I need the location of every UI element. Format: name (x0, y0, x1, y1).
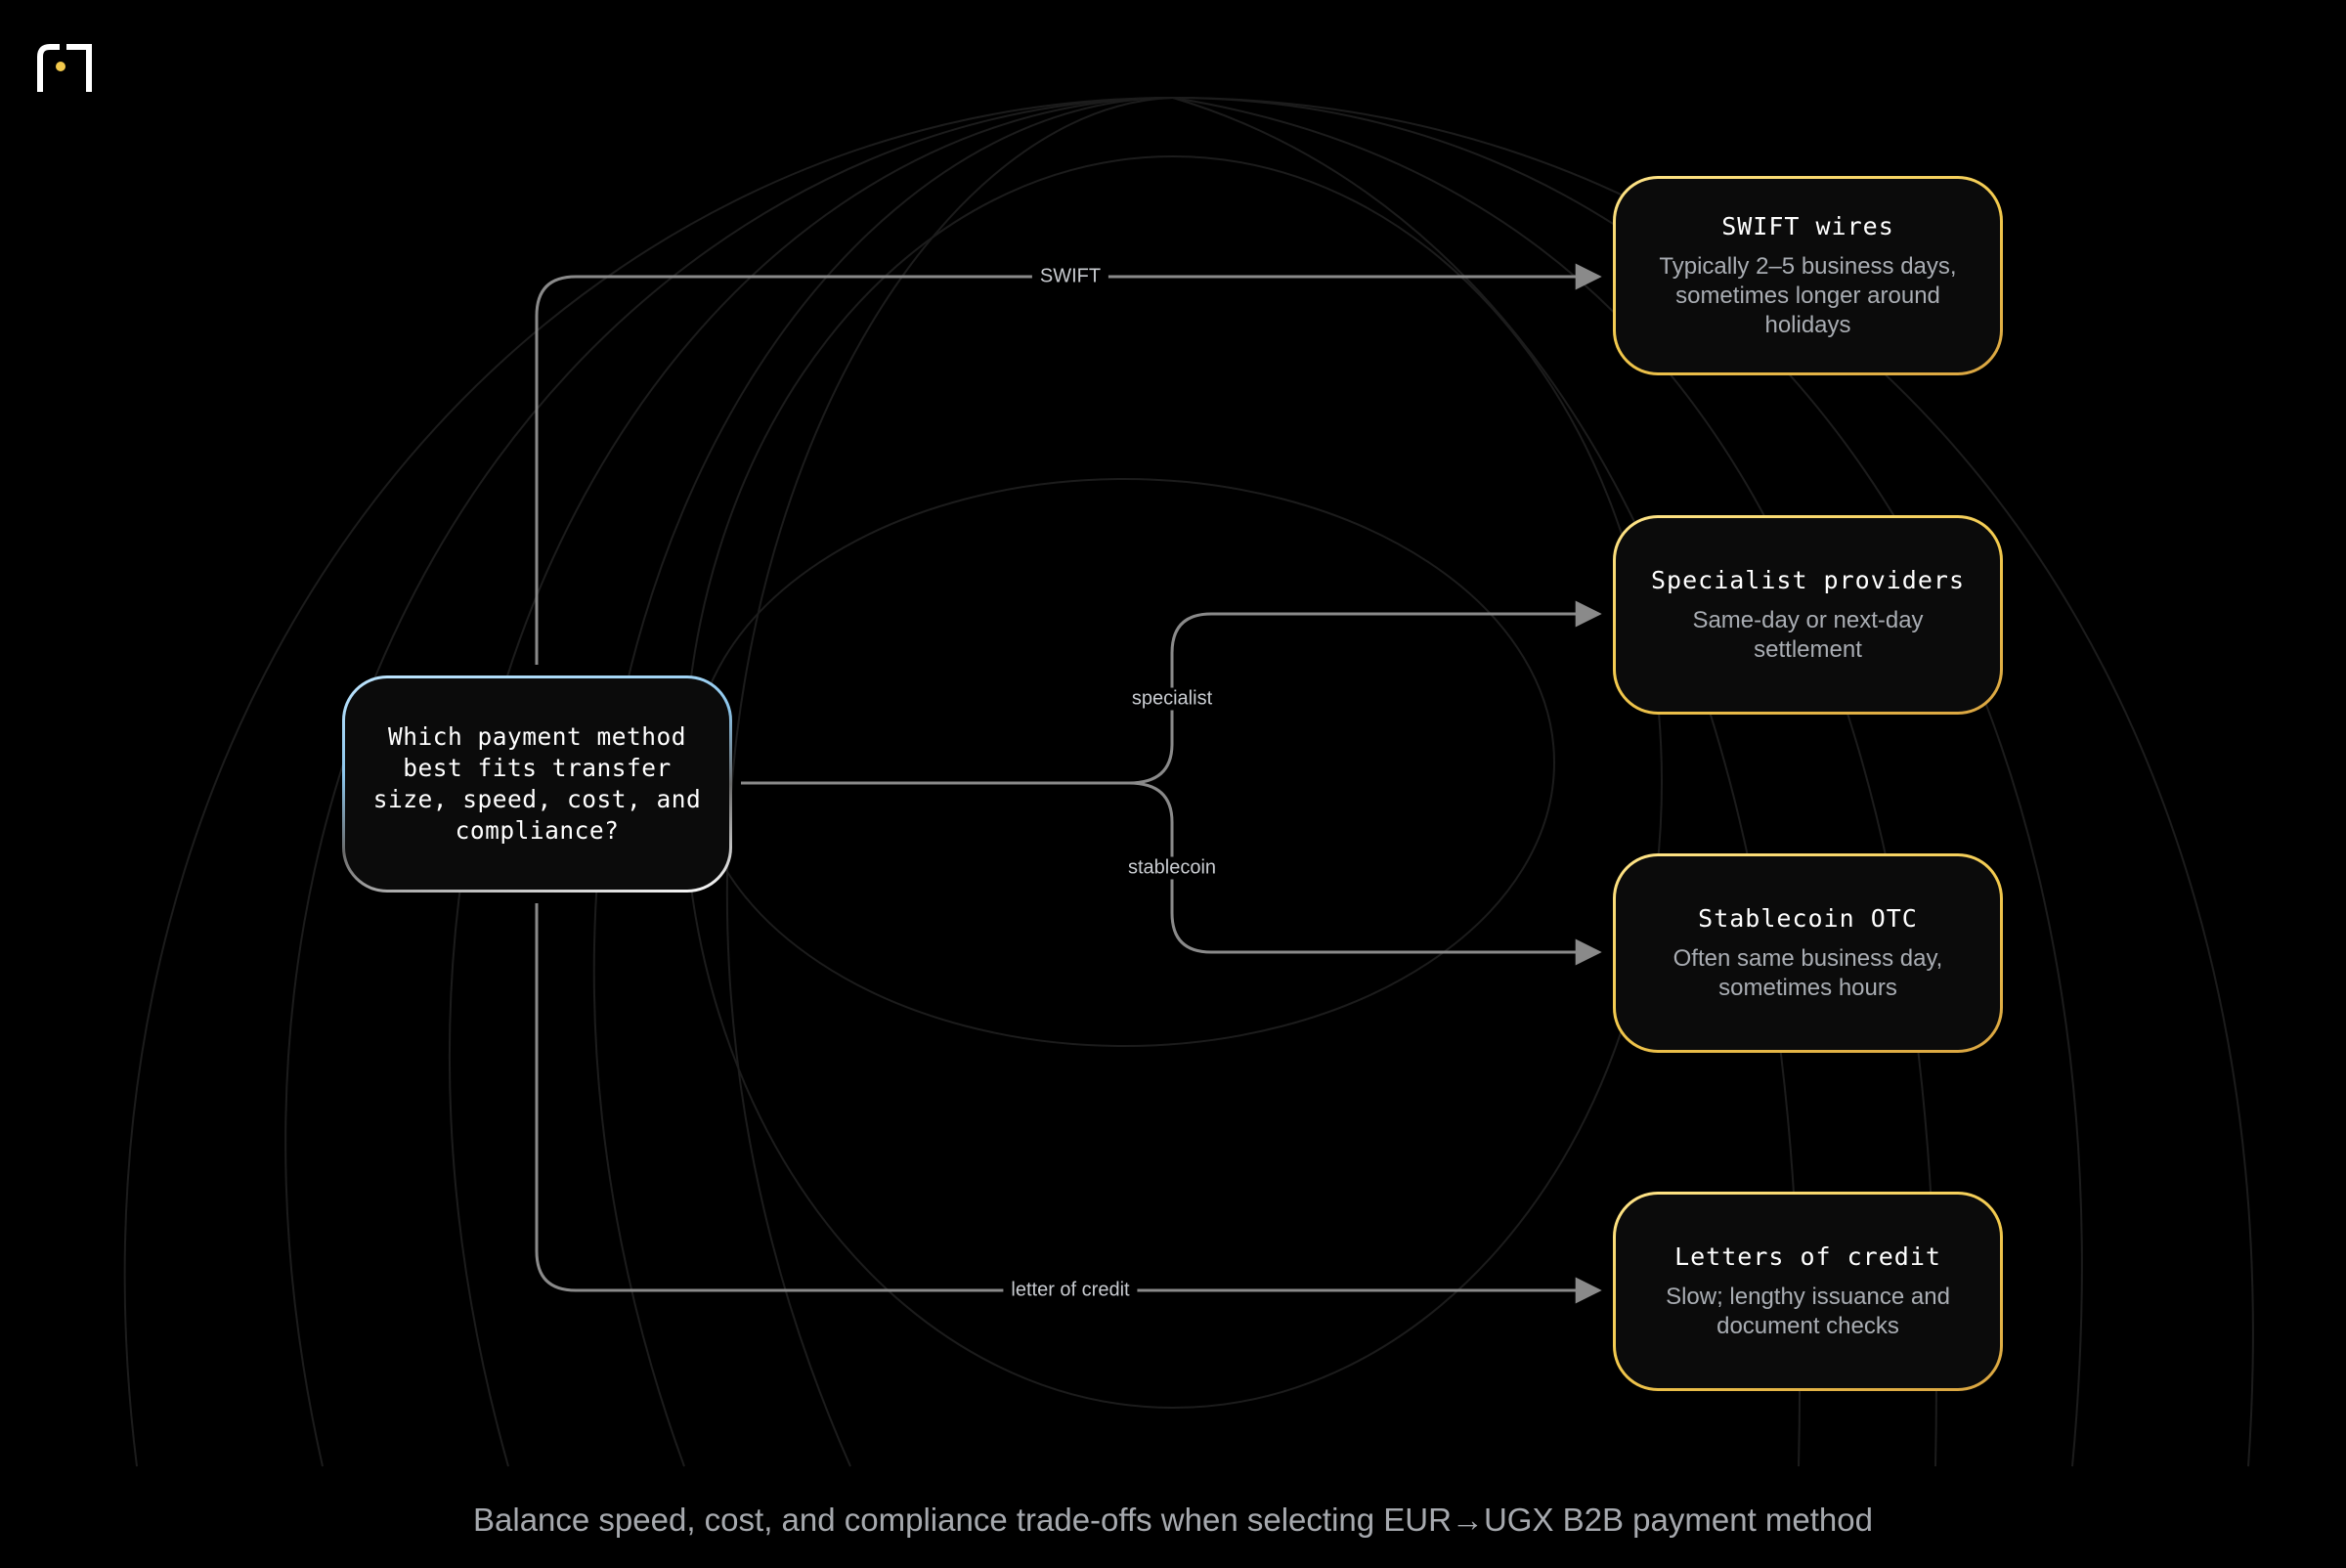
outcome-description: Same-day or next-day settlement (1692, 606, 1924, 663)
diagram-canvas: Which payment method best fits transfer … (0, 0, 2346, 1568)
outcome-description: Slow; lengthy issuance and document chec… (1666, 1283, 1950, 1339)
outcome-description: Typically 2–5 business days, sometimes l… (1659, 252, 1957, 338)
outcome-node-letters-of-credit: Letters of credit Slow; lengthy issuance… (1613, 1192, 2003, 1391)
outcome-title: SWIFT wires (1721, 211, 1894, 240)
edge-label-stablecoin: stablecoin (1119, 856, 1225, 880)
outcome-node-specialist-providers: Specialist providers Same-day or next-da… (1613, 515, 2003, 715)
edge-label-letter-of-credit: letter of credit (1003, 1279, 1138, 1302)
diagram-caption: Balance speed, cost, and compliance trad… (473, 1502, 1873, 1538)
outcome-node-swift-wires: SWIFT wires Typically 2–5 business days,… (1613, 176, 2003, 375)
outcome-title: Specialist providers (1650, 565, 1966, 594)
outcome-description: Often same business day, sometimes hours (1673, 944, 1943, 1001)
edge-label-specialist: specialist (1123, 687, 1221, 711)
outcome-node-stablecoin-otc: Stablecoin OTC Often same business day, … (1613, 853, 2003, 1053)
brand-logo-icon (37, 44, 92, 92)
edge-label-swift: SWIFT (1031, 265, 1109, 288)
outcome-title: Letters of credit (1674, 1241, 1941, 1271)
edge-loc (535, 903, 1602, 1304)
outcome-title: Stablecoin OTC (1698, 903, 1918, 933)
decision-node: Which payment method best fits transfer … (342, 675, 732, 893)
decision-question: Which payment method best fits transfer … (372, 722, 702, 845)
